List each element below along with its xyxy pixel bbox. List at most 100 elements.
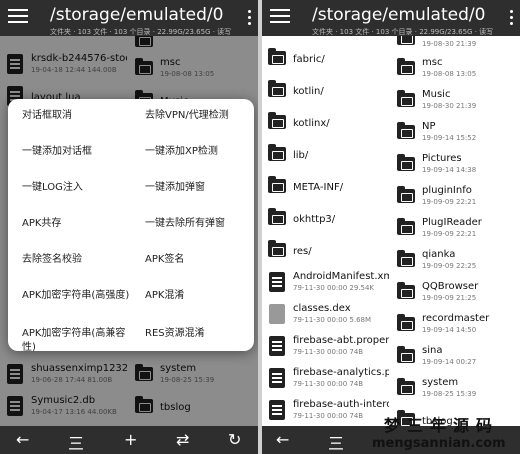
file-meta: 19-09-14 14:50 [422, 326, 477, 334]
file-list-item[interactable]: okhttp3/ [262, 204, 391, 236]
file-meta: 19-09-09 22:21 [422, 230, 477, 238]
file-list-item[interactable]: Pictures 19-09-14 14:38 [391, 150, 520, 182]
tools-dialog: 对话框取消 去除VPN/代理检测一键添加对话框 一键添加XP检测一键LOG注入 一键添… [8, 99, 254, 353]
file-meta: 79-11-30 00:00 74B [293, 348, 364, 356]
file-name: firebase-abt.properti… [293, 335, 389, 346]
add-icon[interactable]: + [124, 430, 137, 449]
document-icon [269, 400, 285, 420]
file-name: pluginInfo [422, 185, 472, 196]
folder-icon [268, 80, 286, 97]
file-list-item[interactable]: kotlin/ [262, 76, 391, 108]
dialog-option[interactable]: RES资源混淆 [145, 327, 249, 341]
file-list-item[interactable]: Music 19-08-30 21:39 [391, 86, 520, 118]
folder-icon [397, 250, 415, 267]
file-meta: 19-08-30 21:39 [422, 40, 477, 48]
file-list-item[interactable]: recordmaster 19-09-14 14:50 [391, 310, 520, 342]
file-list-item[interactable]: msc 19-08-08 13:05 [391, 54, 520, 86]
file-meta: 79-11-30 00:00 5.68M [293, 316, 372, 324]
file-meta: 19-09-09 21:25 [422, 294, 477, 302]
hamburger-menu-icon[interactable] [270, 9, 290, 27]
right-file-list-col-b: 19-08-30 21:39 msc 19-08-08 13:05 Music 19-0… [391, 36, 520, 454]
document-icon [269, 272, 285, 292]
file-meta: 19-09-14 00:27 [422, 358, 477, 366]
file-meta: 19-08-30 21:39 [422, 102, 477, 110]
file-list-item[interactable]: NP 19-09-14 15:52 [391, 118, 520, 150]
file-list-item[interactable]: kotlinx/ [262, 108, 391, 140]
dialog-option[interactable]: APK加密字符串(高强度) [22, 289, 130, 303]
file-name: kotlin/ [293, 86, 324, 97]
file-list-item[interactable]: AndroidManifest.xml 79-11-30 00:00 29.54K [262, 268, 391, 300]
right-file-list-col-a: fabric/kotlin/kotlinx/lib/META-INF/okhtt… [262, 36, 391, 454]
dialog-option[interactable]: 一键去除所有弹窗 [145, 217, 249, 231]
more-options-icon[interactable] [510, 10, 514, 28]
file-meta: 19-09-09 22:25 [422, 262, 477, 270]
file-list-item[interactable]: lib/ [262, 140, 391, 172]
folder-icon [268, 176, 286, 193]
file-list-item[interactable]: PlugIReader 19-09-09 22:21 [391, 214, 520, 246]
file-name: Pictures [422, 153, 462, 164]
folder-icon [397, 186, 415, 203]
dialog-option[interactable]: 对话框取消 [22, 109, 130, 123]
file-list-item[interactable]: qianka 19-09-09 22:25 [391, 246, 520, 278]
folder-icon [268, 48, 286, 65]
dialog-option[interactable]: 一键添加弹窗 [145, 181, 249, 195]
file-name: kotlinx/ [293, 118, 330, 129]
file-list-item[interactable]: META-INF/ [262, 172, 391, 204]
file-meta: 79-11-30 00:00 74B [293, 380, 364, 388]
file-name: okhttp3/ [293, 214, 336, 225]
swap-icon[interactable]: ⇄ [176, 430, 189, 449]
more-options-icon[interactable] [248, 10, 252, 28]
right-file-panel: /storage/emulated/0 文件夹 · 103 文件 · 103 个… [262, 0, 520, 454]
file-list-item[interactable]: fabric/ [262, 44, 391, 76]
refresh-icon[interactable]: ↻ [228, 430, 241, 449]
file-meta: 19-08-08 13:05 [422, 70, 477, 78]
file-list-item[interactable]: classes.dex 79-11-30 00:00 5.68M [262, 300, 391, 332]
folder-icon [268, 112, 286, 129]
left-path-title: /storage/emulated/0 [50, 5, 224, 25]
file-name: system [422, 377, 459, 388]
dialog-option[interactable]: 去除VPN/代理检测 [145, 109, 249, 123]
file-meta: 19-09-09 22:21 [422, 198, 477, 206]
dialog-option[interactable]: APK混淆 [145, 289, 249, 303]
dialog-option[interactable]: APK加密字符串(高兼容性) [22, 327, 130, 355]
dialog-option[interactable]: 去除签名校验 [22, 253, 130, 267]
folder-icon [397, 346, 415, 363]
dialog-option[interactable]: 一键LOG注入 [22, 181, 130, 195]
watermark-title: 梦三年源码 [384, 416, 500, 435]
site-watermark: 梦三年源码 mengsannian.com [372, 412, 520, 454]
list-menu-icon[interactable]: 三 [328, 430, 344, 454]
left-app-bar: /storage/emulated/0 文件夹 · 103 文件 · 103 个… [0, 0, 258, 36]
folder-icon [268, 240, 286, 257]
folder-icon [397, 122, 415, 139]
file-list-item[interactable]: sina 19-09-14 00:27 [391, 342, 520, 374]
file-name: msc [422, 57, 443, 68]
folder-icon [397, 58, 415, 75]
dialog-option[interactable]: APK签名 [145, 253, 249, 267]
file-name: PlugIReader [422, 217, 482, 228]
dialog-option[interactable]: 一键添加XP检测 [145, 145, 249, 159]
file-name: firebase-auth-intero… [293, 399, 389, 410]
file-name: qianka [422, 249, 456, 260]
back-arrow-icon[interactable]: ← [16, 430, 29, 449]
file-list-item[interactable]: firebase-abt.properti… 79-11-30 00:00 74B [262, 332, 391, 364]
file-list-item[interactable]: 19-08-30 21:39 [391, 36, 520, 56]
file-list-item[interactable]: pluginInfo 19-09-09 22:21 [391, 182, 520, 214]
folder-icon [397, 282, 415, 299]
list-menu-icon[interactable]: 三 [68, 430, 84, 454]
folder-icon [397, 36, 415, 45]
file-name: firebase-analytics.pr… [293, 367, 389, 378]
file-list-item[interactable]: QQBrowser 19-09-09 21:25 [391, 278, 520, 310]
file-list-item[interactable]: system 19-08-25 15:39 [391, 374, 520, 406]
file-name: META-INF/ [293, 182, 344, 193]
file-list-item[interactable]: res/ [262, 236, 391, 268]
dialog-option[interactable]: APK共存 [22, 217, 130, 231]
file-name: NP [422, 121, 436, 132]
hamburger-menu-icon[interactable] [8, 9, 28, 27]
file-list-item[interactable]: firebase-analytics.pr… 79-11-30 00:00 74B [262, 364, 391, 396]
file-meta: 79-11-30 00:00 29.54K [293, 284, 375, 292]
back-arrow-icon[interactable]: ← [276, 430, 289, 449]
right-app-bar: /storage/emulated/0 文件夹 · 103 文件 · 103 个… [262, 0, 520, 36]
document-icon [269, 336, 285, 356]
folder-icon [397, 218, 415, 235]
dialog-option[interactable]: 一键添加对话框 [22, 145, 130, 159]
